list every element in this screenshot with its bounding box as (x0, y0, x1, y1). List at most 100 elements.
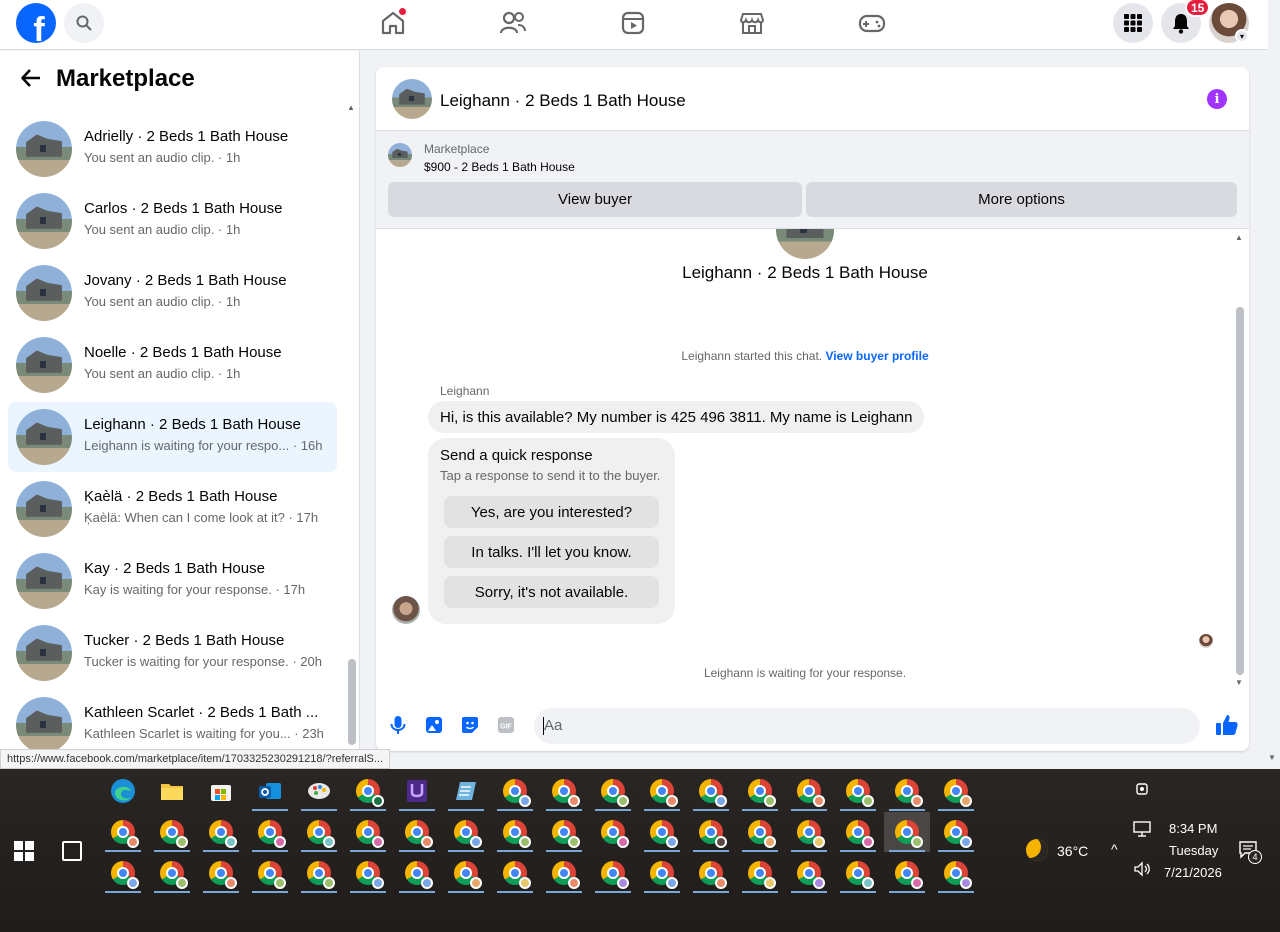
conversation-item-kay[interactable]: Kay · 2 Beds 1 Bath House Kay is waiting… (8, 546, 337, 616)
chrome-profile-icon[interactable] (737, 812, 783, 852)
chrome-profile-m-icon[interactable] (345, 771, 391, 811)
chrome-profile-icon[interactable] (639, 771, 685, 811)
chat-title[interactable]: Leighann · 2 Beds 1 Bath House (440, 91, 686, 111)
chrome-profile-icon[interactable] (541, 771, 587, 811)
gaming-nav-button[interactable] (857, 8, 887, 38)
chat-scroll-down-arrow[interactable]: ▼ (1235, 678, 1243, 687)
chrome-profile-photo-icon[interactable] (688, 812, 734, 852)
chrome-profile-icon[interactable] (100, 853, 146, 893)
outlook-icon[interactable] (247, 771, 293, 811)
chrome-profile-icon[interactable] (835, 812, 881, 852)
chrome-profile-icon[interactable] (786, 812, 832, 852)
photo-icon[interactable] (422, 713, 446, 737)
home-nav-button[interactable] (378, 8, 408, 38)
notepad-icon[interactable] (443, 771, 489, 811)
chrome-profile-icon[interactable] (247, 812, 293, 852)
chrome-profile-icon[interactable] (296, 812, 342, 852)
chrome-profile-icon[interactable] (100, 812, 146, 852)
chrome-profile-icon[interactable] (443, 853, 489, 893)
paint-icon[interactable] (296, 771, 342, 811)
chrome-profile-icon[interactable] (786, 853, 832, 893)
edge-icon[interactable] (100, 771, 146, 811)
chrome-profile-icon[interactable] (492, 853, 538, 893)
chrome-profile-icon[interactable] (345, 812, 391, 852)
quick-response-in-talks-button[interactable]: In talks. I'll let you know. (444, 536, 659, 568)
chrome-profile-icon[interactable] (345, 853, 391, 893)
chrome-profile-icon[interactable] (590, 771, 636, 811)
chrome-profile-icon[interactable] (492, 771, 538, 811)
chrome-profile-icon[interactable] (786, 771, 832, 811)
sticker-icon[interactable] (458, 713, 482, 737)
conversation-item-kaela[interactable]: Ķaèlä · 2 Beds 1 Bath House Ķaèlä: When … (8, 474, 337, 544)
task-view-icon[interactable] (62, 841, 82, 861)
gif-icon[interactable]: GIF (494, 713, 518, 737)
search-button[interactable] (64, 3, 104, 43)
windows-start-icon[interactable] (14, 841, 34, 861)
message-input[interactable]: Aa (534, 708, 1200, 744)
sidebar-scrollbar[interactable] (348, 659, 356, 745)
chat-scroll-up-arrow[interactable]: ▲ (1235, 233, 1243, 242)
chat-listing-thumbnail[interactable] (392, 79, 432, 119)
back-arrow-icon[interactable] (20, 67, 42, 89)
menu-button[interactable] (1113, 3, 1153, 43)
watch-nav-button[interactable] (618, 8, 648, 38)
conversation-item-jovany[interactable]: Jovany · 2 Beds 1 Bath House You sent an… (8, 258, 337, 328)
chrome-profile-icon[interactable] (835, 771, 881, 811)
conversation-item-leighann[interactable]: Leighann · 2 Beds 1 Bath House Leighann … (8, 402, 337, 472)
chrome-profile-icon[interactable] (737, 853, 783, 893)
marketplace-nav-button[interactable] (737, 8, 767, 38)
chrome-profile-icon[interactable] (737, 771, 783, 811)
facebook-logo-icon[interactable]: f (16, 3, 56, 43)
sender-avatar[interactable] (392, 596, 420, 624)
clock-day[interactable]: Tuesday (1169, 843, 1218, 858)
clock-date[interactable]: 7/21/2026 (1164, 865, 1222, 880)
chrome-profile-icon[interactable] (884, 771, 930, 811)
view-buyer-profile-link[interactable]: View buyer profile (825, 349, 928, 363)
chrome-profile-icon[interactable] (492, 812, 538, 852)
volume-icon[interactable] (1133, 861, 1151, 877)
quick-response-yes-button[interactable]: Yes, are you interested? (444, 496, 659, 528)
conversation-item-noelle[interactable]: Noelle · 2 Beds 1 Bath House You sent an… (8, 330, 337, 400)
conversation-item-carlos[interactable]: Carlos · 2 Beds 1 Bath House You sent an… (8, 186, 337, 256)
weather-moon-icon[interactable] (1026, 839, 1048, 861)
chrome-profile-icon[interactable] (541, 812, 587, 852)
chrome-profile-icon[interactable] (296, 853, 342, 893)
view-buyer-button[interactable]: View buyer (388, 182, 802, 217)
app-purple-icon[interactable] (394, 771, 440, 811)
chrome-profile-icon[interactable] (835, 853, 881, 893)
microphone-icon[interactable] (386, 713, 410, 737)
weather-temperature[interactable]: 36°C (1057, 843, 1088, 859)
microsoft-store-icon[interactable] (198, 771, 244, 811)
chrome-profile-icon[interactable] (149, 812, 195, 852)
chrome-profile-icon[interactable] (394, 812, 440, 852)
like-thumbs-up-icon[interactable] (1214, 712, 1240, 738)
listing-price[interactable]: $900 - 2 Beds 1 Bath House (424, 160, 575, 174)
chrome-profile-icon[interactable] (541, 853, 587, 893)
account-chevron-down-icon[interactable]: ▾ (1235, 29, 1249, 43)
chrome-profile-icon[interactable] (149, 853, 195, 893)
file-explorer-icon[interactable] (149, 771, 195, 811)
chrome-profile-icon[interactable] (639, 853, 685, 893)
chrome-profile-icon[interactable] (933, 812, 979, 852)
chrome-profile-icon[interactable] (933, 771, 979, 811)
page-scroll-down-arrow[interactable]: ▼ (1268, 753, 1276, 762)
show-hidden-icons-chevron-up-icon[interactable]: ^ (1111, 841, 1118, 857)
quick-response-not-available-button[interactable]: Sorry, it's not available. (444, 576, 659, 608)
chrome-profile-active-icon[interactable] (884, 812, 930, 852)
info-icon[interactable]: i (1207, 89, 1227, 109)
chrome-profile-icon[interactable] (688, 853, 734, 893)
friends-nav-button[interactable] (498, 8, 528, 38)
chrome-profile-icon[interactable] (688, 771, 734, 811)
chrome-profile-icon[interactable] (247, 853, 293, 893)
sidebar-scroll-up-arrow[interactable]: ▲ (347, 103, 357, 113)
chrome-profile-icon[interactable] (590, 853, 636, 893)
chrome-profile-icon[interactable] (590, 812, 636, 852)
chrome-profile-icon[interactable] (933, 853, 979, 893)
meet-now-icon[interactable] (1134, 781, 1150, 797)
chat-scrollbar[interactable] (1236, 307, 1244, 675)
chrome-profile-icon[interactable] (443, 812, 489, 852)
chrome-profile-icon[interactable] (394, 853, 440, 893)
more-options-button[interactable]: More options (806, 182, 1237, 217)
chrome-profile-icon[interactable] (198, 853, 244, 893)
conversation-item-tucker[interactable]: Tucker · 2 Beds 1 Bath House Tucker is w… (8, 618, 337, 688)
